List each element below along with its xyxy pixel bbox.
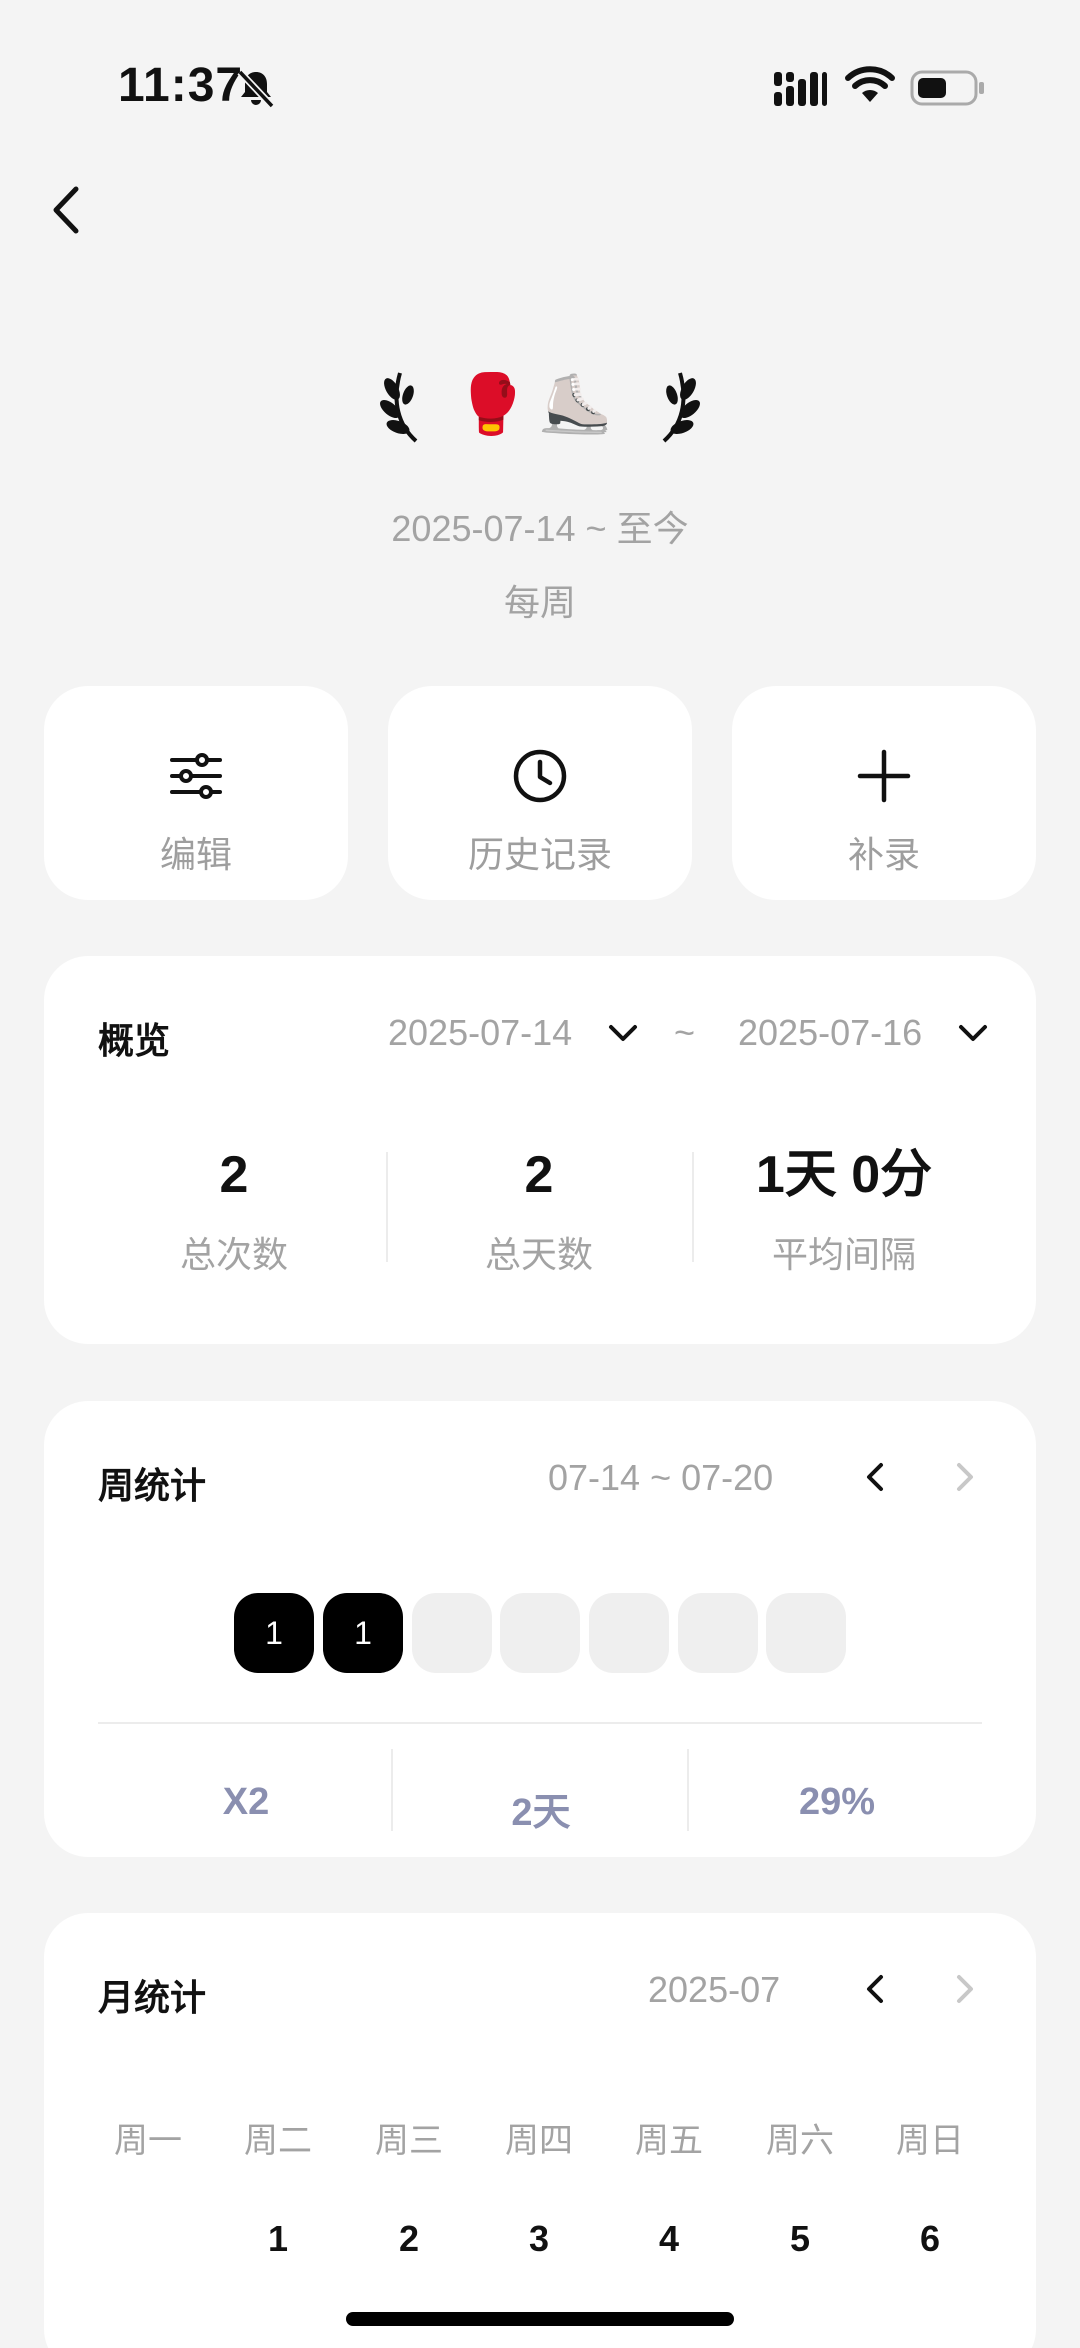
backfill-label: 补录 bbox=[847, 834, 920, 875]
overview-title: 概览 bbox=[98, 1020, 171, 1061]
weekly-stats-card: 周统计 07-14 ~ 07-20 1 1 X2 2天 29% bbox=[44, 1401, 1036, 1857]
battery-icon bbox=[910, 70, 984, 106]
weekly-rate-stat: 29% bbox=[798, 1781, 876, 1823]
calendar-day[interactable]: 5 bbox=[735, 2218, 865, 2260]
weekly-days-stat: 2天 bbox=[511, 1792, 571, 1834]
back-button[interactable] bbox=[40, 175, 96, 245]
calendar-day[interactable]: 3 bbox=[474, 2218, 604, 2260]
stat-label: 总天数 bbox=[484, 1234, 593, 1275]
weekday-header: 周五 bbox=[635, 2122, 703, 2160]
weekday-header: 周三 bbox=[375, 2122, 443, 2160]
stat-value: 2 bbox=[219, 1146, 249, 1204]
divider bbox=[386, 1152, 388, 1262]
next-month-chevron-right-icon[interactable] bbox=[944, 1969, 984, 2009]
week-day-box[interactable] bbox=[678, 1593, 758, 1673]
stat-average-interval: 1天 0分 平均间隔 bbox=[694, 1142, 994, 1278]
calendar-day[interactable]: 1 bbox=[213, 2218, 343, 2260]
overview-end-date[interactable]: 2025-07-16 bbox=[738, 1012, 922, 1054]
week-day-box[interactable]: 1 bbox=[234, 1593, 314, 1673]
backfill-button[interactable]: 补录 bbox=[732, 686, 1036, 900]
week-day-box[interactable] bbox=[412, 1593, 492, 1673]
home-indicator bbox=[346, 2312, 734, 2326]
next-week-chevron-right-icon[interactable] bbox=[944, 1457, 984, 1497]
weekly-range: 07-14 ~ 07-20 bbox=[548, 1457, 774, 1498]
prev-week-chevron-left-icon[interactable] bbox=[856, 1457, 896, 1497]
laurel-left-icon bbox=[380, 372, 418, 443]
monthly-title: 月统计 bbox=[98, 1977, 207, 2018]
habit-frequency: 每周 bbox=[503, 582, 576, 623]
divider bbox=[98, 1722, 982, 1724]
stat-value: 2 bbox=[524, 1146, 554, 1204]
date-separator: ~ bbox=[674, 1012, 696, 1053]
prev-month-chevron-left-icon[interactable] bbox=[856, 1969, 896, 2009]
start-date-chevron-down-icon[interactable] bbox=[606, 1016, 640, 1050]
status-time: 11:37 bbox=[118, 59, 244, 112]
habit-date-range: 2025-07-14 ~ 至今 bbox=[391, 508, 689, 549]
status-bar: 11:37 bbox=[0, 0, 1080, 180]
clock-icon bbox=[513, 749, 567, 803]
bell-muted-icon bbox=[237, 69, 275, 109]
overview-card: 概览 2025-07-14 ~ 2025-07-16 2 总次数 2 总天数 1… bbox=[44, 956, 1036, 1344]
calendar-day[interactable]: 2 bbox=[344, 2218, 474, 2260]
monthly-month: 2025-07 bbox=[648, 1969, 781, 2010]
habit-hero: 🥊⛸️ bbox=[0, 355, 1080, 455]
cellular-signal-icon bbox=[774, 72, 827, 106]
history-button[interactable]: 历史记录 bbox=[388, 686, 692, 900]
overview-start-date[interactable]: 2025-07-14 bbox=[388, 1012, 572, 1054]
stat-value: 1天 0分 bbox=[755, 1146, 933, 1204]
week-day-box[interactable] bbox=[500, 1593, 580, 1673]
weekly-title: 周统计 bbox=[98, 1465, 207, 1506]
weekday-header: 周六 bbox=[766, 2122, 834, 2160]
habit-emoji: 🥊⛸️ bbox=[455, 372, 624, 437]
monthly-stats-card: 月统计 2025-07 周一 周二 周三 周四 周五 周六 周日 1 2 3 4… bbox=[44, 1913, 1036, 2348]
weekday-header: 周一 bbox=[114, 2122, 182, 2160]
edit-button[interactable]: 编辑 bbox=[44, 686, 348, 900]
stat-total-days: 2 总天数 bbox=[389, 1142, 689, 1278]
plus-icon bbox=[857, 749, 911, 803]
weekday-header: 周二 bbox=[244, 2122, 312, 2160]
sliders-icon bbox=[170, 753, 222, 799]
end-date-chevron-down-icon[interactable] bbox=[956, 1016, 990, 1050]
calendar-day[interactable]: 6 bbox=[865, 2218, 995, 2260]
wifi-icon bbox=[845, 66, 895, 102]
weekday-header: 周日 bbox=[896, 2122, 964, 2160]
week-day-box[interactable]: 1 bbox=[323, 1593, 403, 1673]
week-day-box[interactable] bbox=[589, 1593, 669, 1673]
calendar-day[interactable]: 4 bbox=[604, 2218, 734, 2260]
history-label: 历史记录 bbox=[467, 834, 612, 875]
weekday-header: 周四 bbox=[505, 2122, 573, 2160]
edit-label: 编辑 bbox=[159, 834, 232, 875]
laurel-right-icon bbox=[662, 372, 700, 443]
stat-label: 平均间隔 bbox=[771, 1234, 916, 1275]
week-day-box[interactable] bbox=[766, 1593, 846, 1673]
stat-total-count: 2 总次数 bbox=[84, 1142, 384, 1278]
stat-label: 总次数 bbox=[179, 1234, 288, 1275]
weekly-count-stat: X2 bbox=[222, 1781, 270, 1823]
